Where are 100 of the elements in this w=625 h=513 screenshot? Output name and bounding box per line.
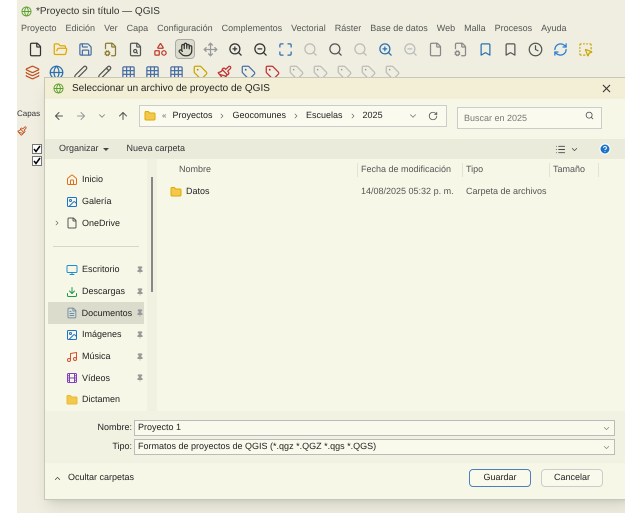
save-button[interactable]: Guardar: [469, 469, 531, 487]
folder-icon: [66, 394, 78, 406]
column-header[interactable]: Tamaño: [549, 163, 599, 177]
back-icon[interactable]: [53, 110, 65, 122]
desktop-icon: [66, 264, 78, 276]
document-icon: [66, 217, 78, 230]
organize-button[interactable]: Organizar: [53, 142, 115, 156]
nav-item[interactable]: Vídeos: [48, 368, 144, 390]
breadcrumb-item[interactable]: Proyectos: [172, 109, 212, 123]
nav-item[interactable]: OneDrive: [48, 212, 144, 234]
file-gear-icon[interactable]: [452, 42, 468, 56]
view-options-icon[interactable]: [555, 144, 566, 154]
file-gear-icon[interactable]: [102, 42, 118, 56]
menu-item[interactable]: Ver: [104, 22, 118, 36]
image-icon: [66, 329, 78, 341]
file-type-dropdown[interactable]: Formatos de proyectos de QGIS (*.qgz *.QGZ *.qgs *.QGS): [134, 439, 615, 455]
up-icon[interactable]: [117, 110, 129, 122]
breadcrumb-item[interactable]: Escuelas: [306, 109, 343, 123]
nav-item[interactable]: Escritorio: [48, 259, 144, 281]
document-icon: [66, 307, 78, 320]
menu-item[interactable]: Capa: [126, 22, 148, 36]
file-type: Carpeta de archivos: [465, 185, 548, 198]
pin-icon: [136, 266, 144, 274]
address-bar[interactable]: « Proyectos Geocomunes Escuelas 2025: [139, 105, 447, 127]
expand-icon[interactable]: [53, 219, 61, 228]
menu-item[interactable]: Vectorial: [291, 22, 326, 36]
nav-item[interactable]: Dictamen: [48, 389, 144, 411]
refresh-icon[interactable]: [428, 111, 438, 121]
breadcrumb-item[interactable]: 2025: [362, 109, 383, 123]
search-icon: [585, 111, 594, 120]
shapes-icon[interactable]: [152, 42, 168, 56]
file-search-icon[interactable]: [128, 42, 142, 56]
menu-item[interactable]: Proyecto: [21, 22, 57, 36]
toolbar-tool-icon[interactable]: [121, 64, 136, 80]
breadcrumb-overflow[interactable]: «: [162, 110, 166, 122]
column-header[interactable]: Fecha de modificación: [357, 163, 462, 177]
toolbar-tool-icon[interactable]: [49, 64, 64, 80]
forward-icon[interactable]: [75, 110, 87, 122]
toolbar-tool-icon[interactable]: [169, 64, 184, 80]
menu-item[interactable]: Configuración: [157, 22, 213, 36]
app-logo-icon: [21, 6, 32, 16]
menu-item[interactable]: Base de datos: [370, 22, 428, 36]
save-icon[interactable]: [78, 42, 92, 56]
menu-item[interactable]: Complementos: [222, 22, 282, 36]
layer-checkbox[interactable]: [32, 144, 42, 154]
bookmark-icon[interactable]: [478, 42, 492, 56]
pin-icon: [136, 331, 144, 339]
nav-item[interactable]: Inicio: [48, 169, 144, 191]
gallery-icon: [66, 196, 78, 208]
bookmark-icon[interactable]: [502, 42, 518, 56]
menu-item[interactable]: Ráster: [334, 22, 362, 36]
dialog-title: Seleccionar un archivo de proyecto de QGIS: [72, 82, 271, 96]
music-icon: [66, 350, 78, 363]
file-date: 14/08/2025 05:32 p. m.: [360, 185, 455, 198]
magnifier-icon[interactable]: [328, 42, 342, 56]
field-label: Nombre:: [96, 421, 133, 434]
search-field[interactable]: Buscar en 2025: [457, 107, 602, 129]
column-header[interactable]: Tipo: [462, 163, 549, 177]
hide-folders-button[interactable]: Ocultar carpetas: [53, 471, 134, 485]
toolbar-tool-icon[interactable]: [241, 64, 256, 80]
menu-item[interactable]: Procesos: [494, 22, 532, 36]
pin-icon: [136, 352, 144, 361]
menu-item[interactable]: Edición: [66, 22, 96, 36]
zoom-out-icon[interactable]: [252, 42, 268, 56]
menu-item[interactable]: Ayuda: [541, 22, 567, 36]
menu-item[interactable]: Web: [436, 22, 456, 36]
pan-button[interactable]: [175, 39, 195, 59]
help-icon[interactable]: [599, 143, 611, 155]
folder-icon: [170, 186, 182, 198]
toolbar-tool-icon[interactable]: [217, 64, 232, 80]
file-name-field[interactable]: Proyecto 1: [134, 420, 615, 436]
toolbar-tool-icon[interactable]: [145, 64, 160, 80]
nav-item[interactable]: Imágenes: [48, 324, 144, 346]
breadcrumb-item[interactable]: Geocomunes: [232, 109, 286, 123]
clock-icon[interactable]: [528, 42, 542, 56]
move-icon[interactable]: [202, 42, 218, 56]
new-file-icon[interactable]: [28, 42, 42, 56]
file-row[interactable]: Datos 14/08/2025 05:32 p. m. Carpeta de archivos: [157, 181, 625, 203]
nav-item[interactable]: Documentos: [48, 302, 144, 324]
refresh-icon[interactable]: [552, 42, 568, 56]
layer-checkbox[interactable]: [32, 156, 42, 166]
file-icon[interactable]: [428, 42, 442, 56]
nav-item[interactable]: Música: [48, 346, 144, 368]
full-extent-icon[interactable]: [278, 42, 292, 56]
app-logo-icon: [53, 83, 64, 94]
pin-icon: [136, 309, 144, 318]
toolbar-tool-icon[interactable]: [97, 64, 112, 80]
toolbar-tool-icon[interactable]: [265, 64, 280, 80]
column-header[interactable]: Nombre: [157, 163, 357, 177]
zoom-in-icon[interactable]: [228, 42, 242, 56]
close-button[interactable]: [600, 82, 613, 95]
nav-item[interactable]: Descargas: [48, 280, 144, 302]
field-label: Tipo:: [111, 440, 133, 454]
scrollbar-thumb[interactable]: [151, 177, 153, 292]
paintbrush-icon[interactable]: [17, 126, 27, 136]
menu-item[interactable]: Malla: [464, 22, 486, 36]
nav-item[interactable]: Galería: [48, 190, 144, 212]
cancel-button[interactable]: Cancelar: [541, 469, 603, 487]
toolbar-tool-icon[interactable]: [25, 64, 40, 80]
new-folder-button[interactable]: Nueva carpeta: [126, 142, 186, 156]
